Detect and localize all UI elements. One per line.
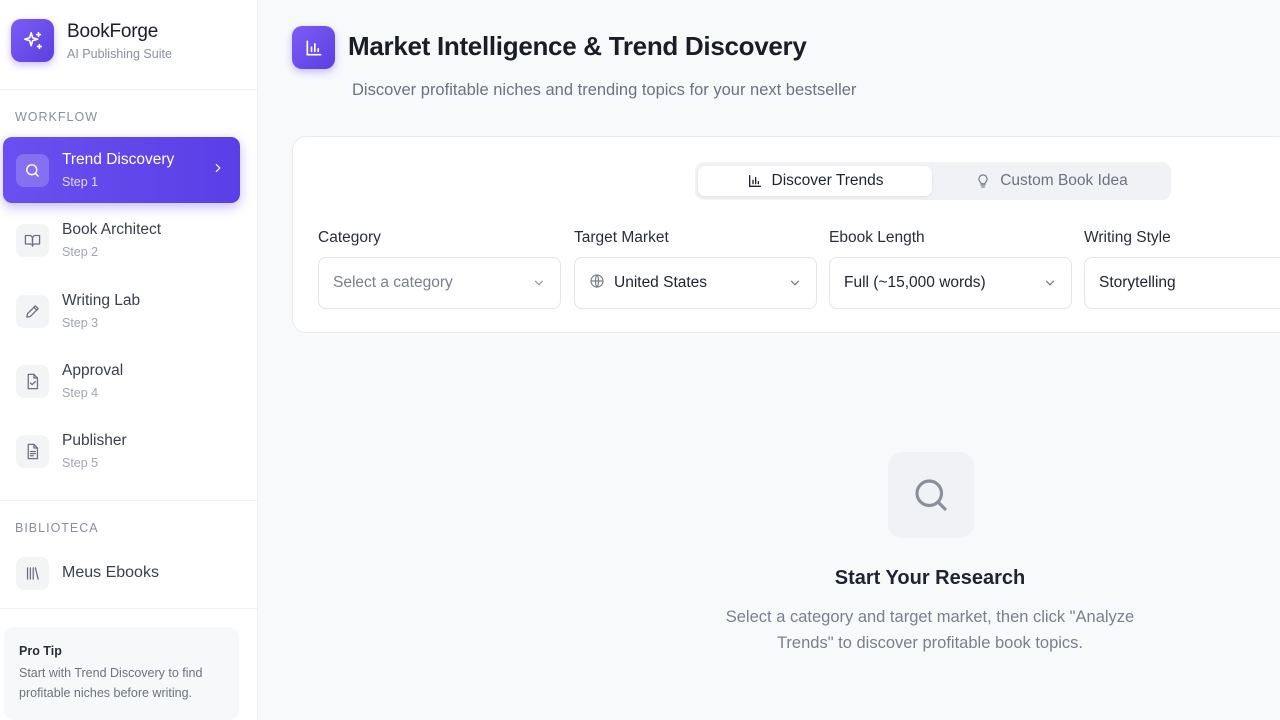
- sidebar-item-label: Writing Lab: [62, 292, 141, 309]
- tab-label: Discover Trends: [771, 172, 884, 189]
- file-text-icon: [16, 434, 49, 468]
- sidebar-item-trend-discovery[interactable]: Trend Discovery Step 1: [3, 137, 240, 203]
- field-writing-style: Writing Style Storytelling: [1084, 229, 1280, 309]
- target-market-select[interactable]: United States: [574, 257, 817, 309]
- sidebar-item-approval[interactable]: Approval Step 4: [3, 348, 240, 414]
- bar-chart-icon: [292, 26, 335, 69]
- page-subtitle: Discover profitable niches and trending …: [352, 81, 857, 99]
- sidebar-item-step: Step 3: [62, 316, 99, 330]
- globe-icon: [589, 273, 605, 294]
- sidebar-item-step: Step 2: [62, 245, 99, 259]
- page-title: Market Intelligence & Trend Discovery: [348, 31, 807, 61]
- brand-subtitle: AI Publishing Suite: [67, 46, 172, 61]
- select-placeholder: Select a category: [333, 274, 453, 291]
- field-target-market: Target Market United States: [574, 229, 817, 309]
- chevron-down-icon: [1043, 276, 1057, 295]
- sidebar-item-label: Trend Discovery: [62, 151, 175, 168]
- sidebar-item-label: Publisher: [62, 432, 127, 449]
- search-icon: [16, 153, 49, 187]
- sidebar-item-publisher[interactable]: Publisher Step 5: [3, 418, 240, 484]
- search-icon: [888, 452, 974, 538]
- sidebar-item-book-architect[interactable]: Book Architect Step 2: [3, 207, 240, 273]
- sidebar: BookForge AI Publishing Suite WORKFLOW T…: [0, 0, 258, 720]
- field-label: Ebook Length: [829, 229, 925, 246]
- tab-label: Custom Book Idea: [1000, 172, 1128, 189]
- brand[interactable]: BookForge AI Publishing Suite: [11, 19, 172, 62]
- sidebar-item-label: Book Architect: [62, 221, 162, 238]
- ebook-length-select[interactable]: Full (~15,000 words): [829, 257, 1072, 309]
- sidebar-item-step: Step 4: [62, 386, 99, 400]
- sidebar-item-step: Step 1: [62, 175, 99, 189]
- brand-name: BookForge: [67, 20, 159, 42]
- bar-chart-icon: [748, 175, 761, 187]
- chevron-down-icon: [532, 276, 546, 295]
- sidebar-item-writing-lab[interactable]: Writing Lab Step 3: [3, 278, 240, 344]
- tab-discover-trends[interactable]: Discover Trends: [698, 166, 932, 196]
- section-label-workflow: WORKFLOW: [15, 110, 98, 124]
- sidebar-item-label: Approval: [62, 362, 124, 379]
- pencil-icon: [16, 294, 49, 328]
- writing-style-select[interactable]: Storytelling: [1084, 257, 1280, 309]
- pro-tip-card: Pro Tip Start with Trend Discovery to fi…: [4, 627, 239, 720]
- select-value: Storytelling: [1099, 274, 1176, 291]
- mode-tabs: Discover Trends Custom Book Idea: [695, 162, 1171, 200]
- sidebar-item-meus-ebooks[interactable]: Meus Ebooks: [3, 540, 240, 606]
- sparkles-icon: [11, 19, 54, 62]
- field-label: Category: [318, 229, 381, 246]
- category-select[interactable]: Select a category: [318, 257, 561, 309]
- chevron-down-icon: [788, 276, 802, 295]
- divider: [0, 608, 257, 609]
- research-card: Discover Trends Custom Book Idea Categor…: [292, 136, 1280, 333]
- sidebar-item-label: Meus Ebooks: [62, 564, 159, 581]
- field-category: Category Select a category: [318, 229, 561, 309]
- sidebar-item-step: Step 5: [62, 456, 99, 470]
- section-label-biblioteca: BIBLIOTECA: [15, 521, 99, 535]
- field-label: Writing Style: [1084, 229, 1171, 246]
- field-ebook-length: Ebook Length Full (~15,000 words): [829, 229, 1072, 309]
- empty-state-text: Select a category and target market, the…: [725, 608, 1135, 652]
- field-label: Target Market: [574, 229, 669, 246]
- chevron-right-icon: [211, 161, 225, 180]
- pro-tip-text: Start with Trend Discovery to find profi…: [19, 666, 203, 700]
- library-icon: [16, 556, 49, 590]
- select-value: Full (~15,000 words): [844, 274, 986, 291]
- tab-custom-book-idea[interactable]: Custom Book Idea: [935, 166, 1168, 196]
- divider: [0, 500, 257, 501]
- file-check-icon: [16, 364, 49, 398]
- divider: [0, 89, 257, 90]
- pro-tip-title: Pro Tip: [19, 644, 62, 658]
- lightbulb-icon: [978, 174, 988, 188]
- book-open-icon: [16, 223, 49, 257]
- select-value: United States: [614, 274, 708, 291]
- empty-state-title: Start Your Research: [834, 567, 1026, 589]
